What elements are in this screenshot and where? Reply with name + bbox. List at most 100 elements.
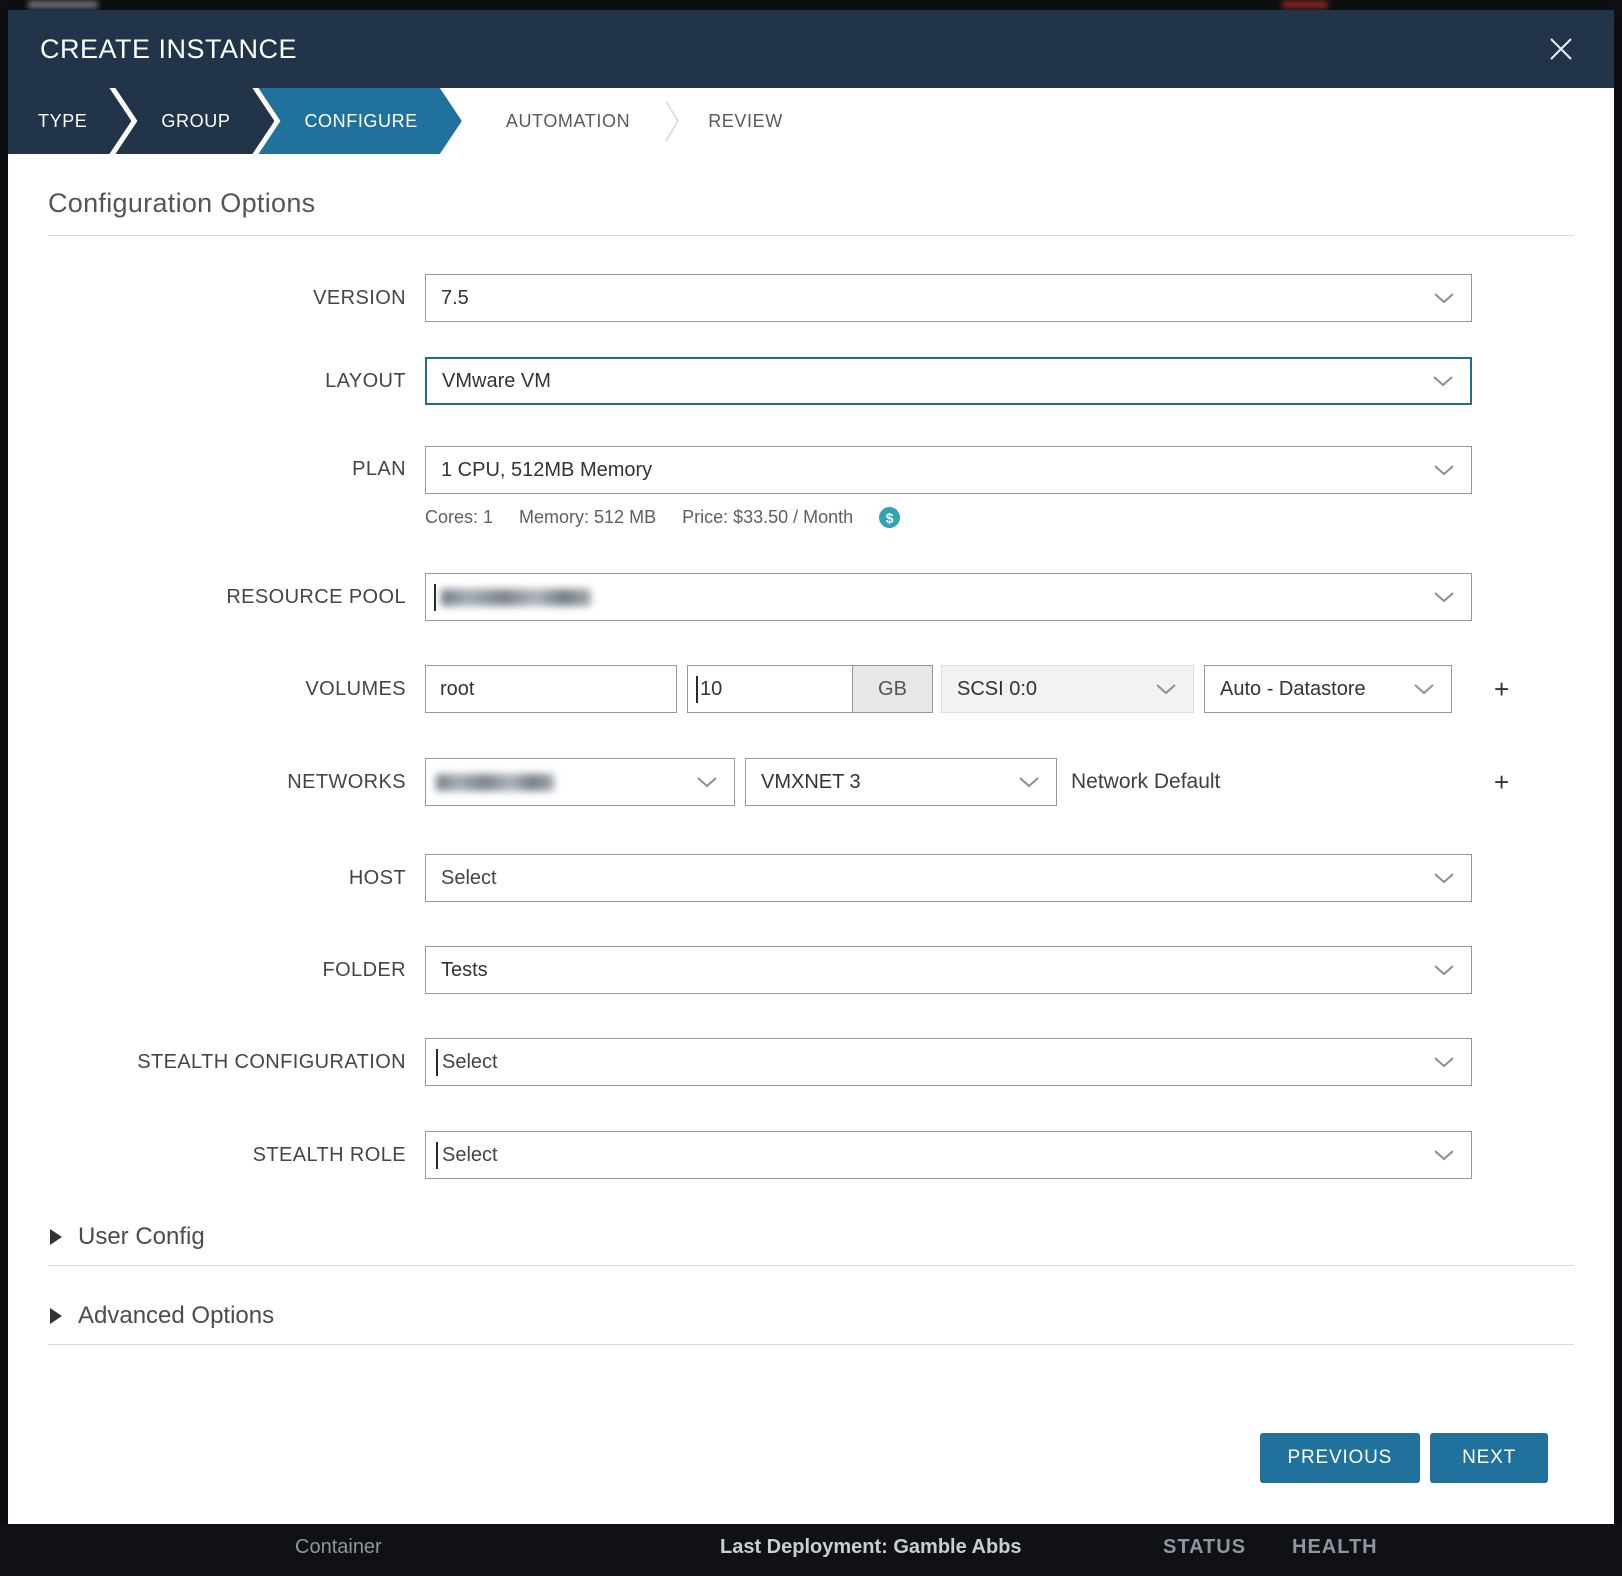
volume-controller-value: SCSI 0:0	[957, 678, 1037, 701]
version-select[interactable]: 7.5	[425, 274, 1472, 322]
step-label: REVIEW	[708, 111, 783, 132]
price-dollar-icon: $	[879, 507, 900, 528]
folder-select[interactable]: Tests	[425, 946, 1472, 994]
host-select[interactable]: Select	[425, 854, 1472, 902]
stealth-configuration-select[interactable]: Select	[425, 1038, 1472, 1086]
folder-label: FOLDER	[48, 959, 406, 982]
version-value: 7.5	[441, 287, 469, 310]
background-text: Container	[295, 1536, 382, 1559]
configuration-form: VERSION 7.5 LAYOUT VMware VM	[48, 274, 1574, 1179]
user-config-expander[interactable]: User Config	[48, 1223, 1574, 1251]
networks-label: NETWORKS	[48, 771, 406, 794]
stealth-configuration-value: Select	[442, 1051, 498, 1074]
field-row-networks: NETWORKS VMXNET 3 Network Defa	[48, 758, 1574, 806]
plan-value: 1 CPU, 512MB Memory	[441, 459, 652, 482]
field-row-volumes: VOLUMES 10 GB SCSI 0:0 Au	[48, 665, 1574, 713]
chevron-down-icon	[1413, 683, 1435, 695]
step-automation[interactable]: AUTOMATION	[446, 88, 670, 154]
volume-datastore-value: Auto - Datastore	[1220, 678, 1366, 701]
layout-value: VMware VM	[442, 370, 551, 393]
chevron-down-icon	[1018, 776, 1040, 788]
plan-label: PLAN	[48, 458, 406, 481]
create-instance-modal: CREATE INSTANCE TYPE GROUP CONFIGURE AUT…	[8, 10, 1614, 1524]
volume-datastore-select[interactable]: Auto - Datastore	[1204, 665, 1452, 713]
plan-cores: Cores: 1	[425, 507, 493, 528]
modal-footer: PREVIOUS NEXT	[48, 1433, 1574, 1483]
stealth-role-label: STEALTH ROLE	[48, 1144, 406, 1167]
chevron-down-icon	[1155, 683, 1177, 695]
field-row-stealth-role: STEALTH ROLE Select	[48, 1131, 1574, 1179]
background-bottom-strip: Container Last Deployment: Gamble Abbs S…	[0, 1524, 1622, 1576]
background-text: HEALTH	[1292, 1536, 1378, 1559]
divider	[48, 1265, 1574, 1266]
add-volume-button[interactable]: +	[1490, 676, 1513, 702]
field-row-folder: FOLDER Tests	[48, 946, 1574, 994]
field-row-resource-pool: RESOURCE POOL	[48, 573, 1574, 621]
volume-unit-addon: GB	[853, 665, 933, 713]
volume-name-input[interactable]	[425, 665, 677, 713]
resource-pool-label: RESOURCE POOL	[48, 586, 406, 609]
advanced-options-label: Advanced Options	[78, 1302, 274, 1330]
step-configure[interactable]: CONFIGURE	[258, 88, 461, 154]
layout-label: LAYOUT	[48, 370, 406, 393]
field-row-version: VERSION 7.5	[48, 274, 1574, 322]
chevron-down-icon	[1433, 591, 1455, 603]
chevron-down-icon	[1433, 464, 1455, 476]
background-top-strip	[0, 0, 1622, 10]
field-row-host: HOST Select	[48, 854, 1574, 902]
step-review[interactable]: REVIEW	[680, 88, 823, 154]
volume-controller-select[interactable]: SCSI 0:0	[941, 665, 1194, 713]
host-label: HOST	[48, 867, 406, 890]
chevron-down-icon	[1433, 1056, 1455, 1068]
field-row-layout: LAYOUT VMware VM	[48, 357, 1574, 405]
resource-pool-select[interactable]	[425, 573, 1472, 621]
stealth-role-select[interactable]: Select	[425, 1131, 1472, 1179]
background-text: STATUS	[1163, 1536, 1246, 1559]
chevron-down-icon	[1433, 964, 1455, 976]
host-value: Select	[441, 867, 497, 890]
previous-button[interactable]: PREVIOUS	[1260, 1433, 1421, 1483]
divider	[48, 1344, 1574, 1345]
chevron-down-icon	[1433, 1149, 1455, 1161]
chevron-down-icon	[696, 776, 718, 788]
step-label: GROUP	[161, 111, 230, 132]
field-row-stealth-configuration: STEALTH CONFIGURATION Select	[48, 1038, 1574, 1086]
advanced-options-expander[interactable]: Advanced Options	[48, 1302, 1574, 1330]
configure-panel: Configuration Options VERSION 7.5 LAYOUT	[8, 154, 1614, 1524]
step-label: AUTOMATION	[506, 111, 630, 132]
caret-right-icon	[50, 1229, 62, 1245]
step-label: TYPE	[38, 111, 87, 132]
user-config-label: User Config	[78, 1223, 205, 1251]
network-adapter-select[interactable]: VMXNET 3	[745, 758, 1057, 806]
wizard-steps: TYPE GROUP CONFIGURE AUTOMATION REVIEW	[8, 88, 1614, 154]
next-button[interactable]: NEXT	[1430, 1433, 1548, 1483]
volume-size-value: 10	[700, 678, 722, 701]
chevron-down-icon	[1433, 292, 1455, 304]
close-icon	[1548, 50, 1574, 65]
text-cursor	[436, 1142, 438, 1169]
version-label: VERSION	[48, 287, 406, 310]
caret-right-icon	[50, 1308, 62, 1324]
stealth-configuration-label: STEALTH CONFIGURATION	[48, 1051, 406, 1074]
stealth-role-value: Select	[442, 1144, 498, 1167]
step-group[interactable]: GROUP	[115, 88, 274, 154]
modal-title: CREATE INSTANCE	[40, 34, 297, 65]
network-adapter-value: VMXNET 3	[761, 771, 861, 794]
redacted-value	[436, 774, 554, 791]
background-artifact	[1282, 1, 1328, 9]
layout-select[interactable]: VMware VM	[425, 357, 1472, 405]
close-button[interactable]	[1544, 32, 1578, 66]
background-text: Last Deployment: Gamble Abbs	[720, 1536, 1022, 1559]
text-cursor	[696, 676, 698, 703]
section-title: Configuration Options	[48, 188, 1574, 219]
network-select[interactable]	[425, 758, 735, 806]
add-network-interface-button[interactable]: +	[1490, 769, 1513, 795]
background-artifact	[28, 1, 98, 9]
plan-select[interactable]: 1 CPU, 512MB Memory	[425, 446, 1472, 494]
volume-size-input[interactable]: 10	[687, 665, 853, 713]
plan-memory: Memory: 512 MB	[519, 507, 656, 528]
modal-header: CREATE INSTANCE	[8, 10, 1614, 88]
chevron-down-icon	[1433, 872, 1455, 884]
network-default-note: Network Default	[1071, 770, 1220, 794]
step-type[interactable]: TYPE	[8, 88, 131, 154]
